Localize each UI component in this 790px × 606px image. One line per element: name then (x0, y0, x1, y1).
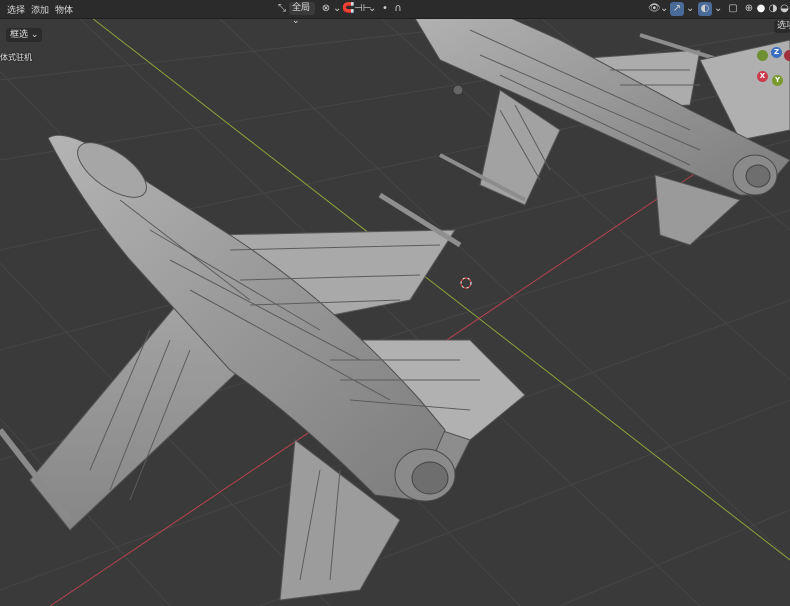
chevron-down-icon[interactable]: ⌄ (660, 2, 668, 16)
viewport-scene (0, 0, 790, 606)
chevron-down-icon: ⌄ (292, 16, 300, 26)
gizmo-y-axis-label[interactable]: Y (772, 75, 783, 86)
options-tab[interactable]: 选项 (774, 20, 790, 33)
solid-shading-icon[interactable]: ● (755, 2, 767, 16)
object-info-text: 体式驻机 (0, 53, 32, 62)
rendered-shading-icon[interactable]: ◒ (779, 2, 790, 16)
chevron-down-icon[interactable]: ⌄ (368, 2, 376, 16)
snap-target-icon[interactable]: ⊣⊢ (354, 2, 371, 16)
overlays-icon[interactable]: ◐ (698, 2, 712, 16)
snap-icon[interactable]: 🧲 (342, 2, 354, 16)
visibility-icon[interactable]: 👁 (648, 2, 661, 16)
menu-object[interactable]: 物体 (52, 2, 76, 17)
material-shading-icon[interactable]: ◑ (767, 2, 779, 16)
3d-viewport[interactable]: 选择 添加 物体 ⤡ 全局 ⌄ ⊗ ⌄ 🧲 ⊣⊢ ⌄ • ∩ 👁 ⌄ ↗ ⌄ ◐… (0, 0, 790, 606)
gizmo-y-axis[interactable] (784, 50, 790, 61)
jet-model-back (409, 0, 790, 246)
transform-orientation-icon: ⤡ (278, 3, 286, 14)
chevron-down-icon: ⌄ (28, 30, 39, 40)
chevron-down-icon[interactable]: ⌄ (714, 2, 722, 16)
gizmo-z-axis[interactable]: Z (771, 47, 782, 58)
selection-mode-dropdown[interactable]: 框选 ⌄ (6, 28, 43, 42)
chevron-down-icon[interactable]: ⌄ (333, 2, 341, 16)
xray-icon[interactable]: ▢ (727, 2, 739, 16)
chevron-down-icon[interactable]: ⌄ (686, 2, 694, 16)
menu-select[interactable]: 选择 (4, 2, 28, 17)
falloff-curve-icon[interactable]: ∩ (392, 2, 404, 16)
pivot-point-icon[interactable]: ⊗ (320, 2, 332, 16)
3d-cursor (460, 277, 472, 289)
gizmo-y-negative[interactable] (757, 50, 768, 61)
transform-orientation-dropdown[interactable]: 全局 ⌄ (289, 2, 315, 26)
viewport-header: 选择 添加 物体 ⤡ 全局 ⌄ ⊗ ⌄ 🧲 ⊣⊢ ⌄ • ∩ 👁 ⌄ ↗ ⌄ ◐… (0, 0, 790, 26)
wireframe-shading-icon[interactable]: ⊕ (743, 2, 755, 16)
menu-add[interactable]: 添加 (28, 2, 52, 17)
proportional-edit-icon[interactable]: • (380, 2, 390, 16)
gizmo-toggle-icon[interactable]: ↗ (670, 2, 684, 16)
gizmo-x-axis[interactable]: X (757, 71, 768, 82)
